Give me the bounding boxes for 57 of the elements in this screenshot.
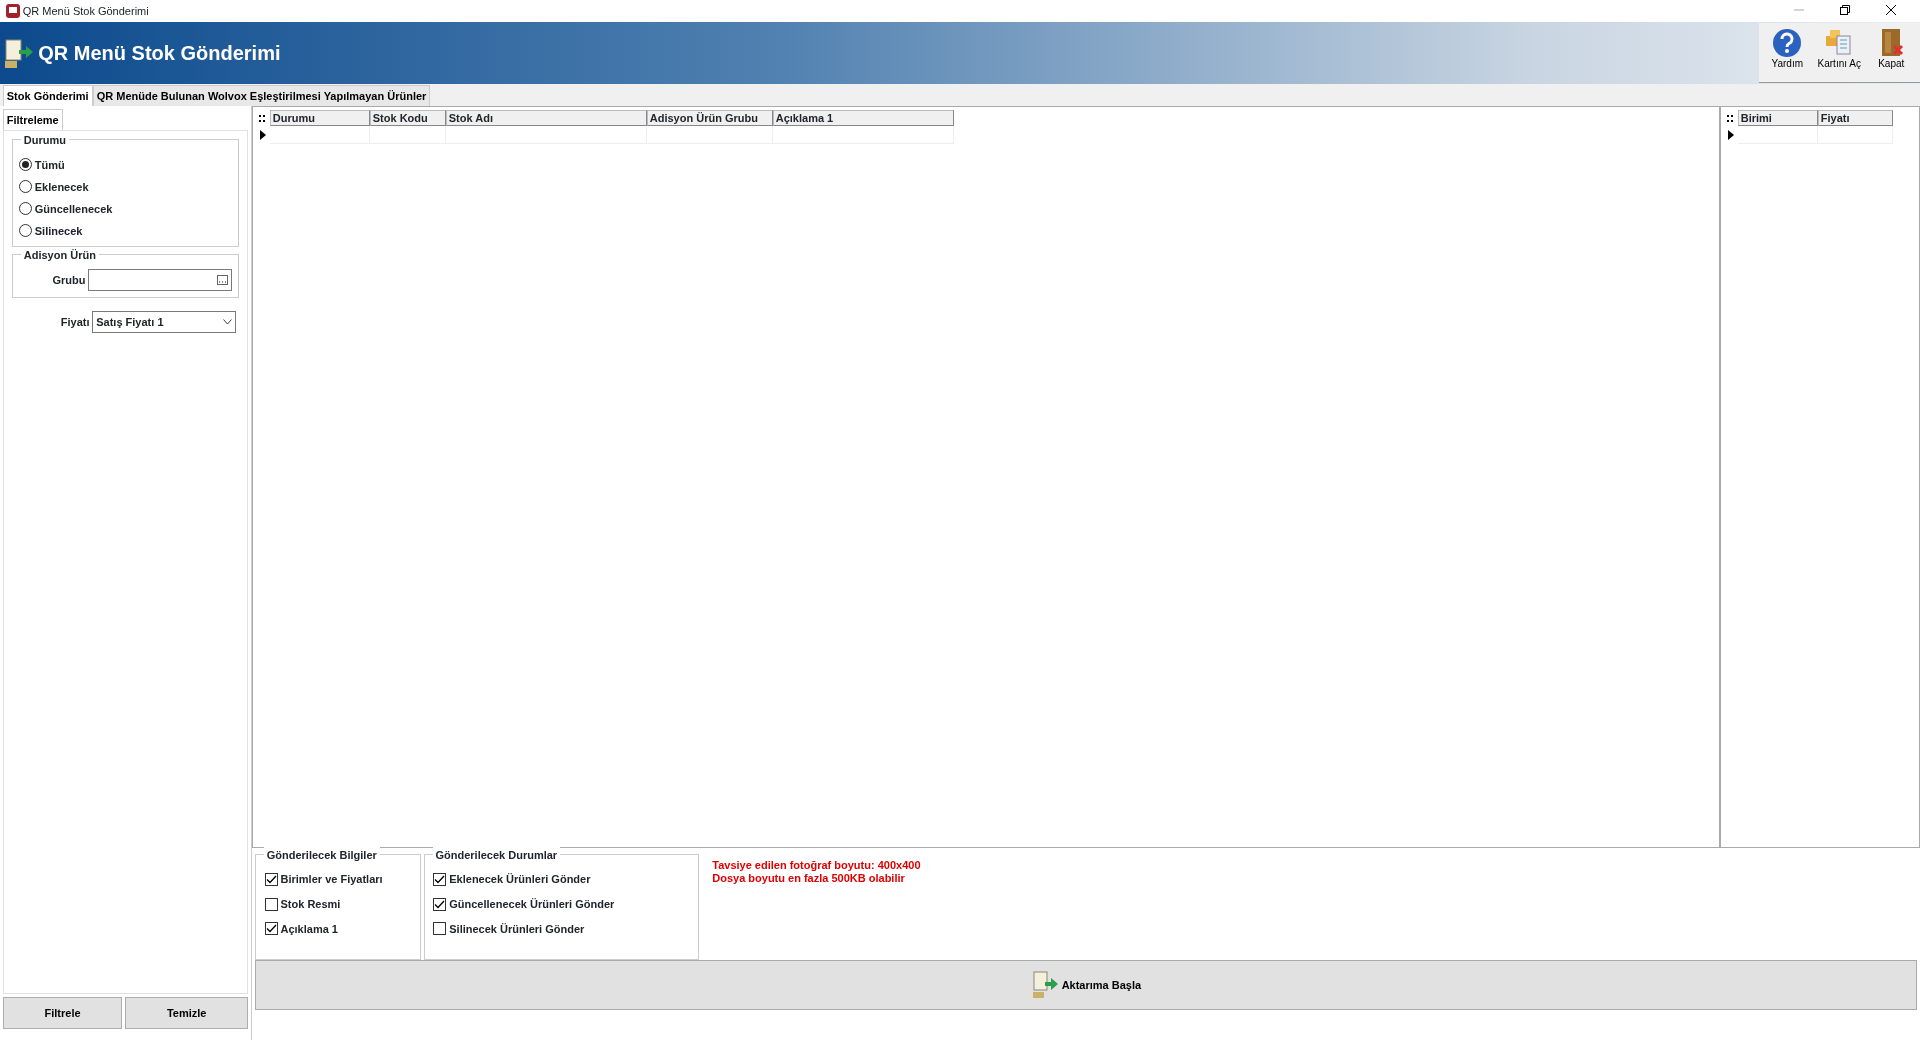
- toolbar-button[interactable]: Yardım: [1761, 25, 1814, 72]
- ellipsis-icon: [217, 275, 229, 286]
- checkbox[interactable]: [264, 922, 278, 936]
- column-header[interactable]: Fiyatı: [1817, 109, 1893, 126]
- filter-button[interactable]: Filtrele: [2, 997, 123, 1029]
- restore-icon: [1840, 4, 1850, 15]
- window-title: QR Menü Stok Gönderimi: [22, 3, 149, 19]
- grid-cell[interactable]: [1737, 125, 1818, 144]
- radio-option[interactable]: Silinecek: [18, 219, 233, 242]
- column-header[interactable]: Stok Kodu: [369, 109, 446, 126]
- field-label: Grubu: [52, 273, 86, 288]
- checkbox-option[interactable]: Silinecek Ürünleri Gönder: [433, 917, 692, 940]
- grid-cell[interactable]: [1817, 125, 1893, 144]
- toolbar-button[interactable]: Kapat: [1865, 25, 1918, 72]
- app-icon: [6, 4, 20, 18]
- chevron-down-icon: [223, 318, 233, 325]
- warning-text: Tavsiye edilen fotoğraf boyutu: 400x400: [712, 859, 921, 872]
- tab[interactable]: Stok Gönderimi: [2, 84, 93, 106]
- start-transfer-button[interactable]: Aktarıma Başla: [254, 960, 1918, 1010]
- grid-cell[interactable]: [772, 125, 954, 144]
- checkbox-option[interactable]: Stok Resmi: [264, 893, 414, 915]
- price-dropdown[interactable]: Satış Fiyatı 1: [92, 310, 237, 333]
- document-arrow-icon: [1030, 970, 1059, 1000]
- checkbox[interactable]: [264, 897, 278, 911]
- checkbox-option[interactable]: Açıklama 1: [264, 917, 414, 940]
- filter-button[interactable]: Temizle: [125, 997, 249, 1029]
- checkbox-option[interactable]: Eklenecek Ürünleri Gönder: [433, 868, 692, 891]
- checkbox[interactable]: [433, 872, 447, 886]
- radio-option[interactable]: Tümü: [18, 153, 233, 176]
- column-header[interactable]: Stok Adı: [445, 109, 647, 126]
- checkbox[interactable]: [433, 922, 447, 936]
- group-title: Gönderilecek Bilgiler: [263, 846, 380, 863]
- radio-option[interactable]: Eklenecek: [18, 175, 233, 198]
- column-header[interactable]: Durumu: [269, 109, 370, 126]
- checkbox-option[interactable]: Güncellenecek Ürünleri Gönder: [433, 893, 692, 915]
- grid-cell[interactable]: [369, 125, 446, 144]
- checkbox-option[interactable]: Birimler ve Fiyatları: [264, 868, 414, 891]
- column-header[interactable]: Adisyon Ürün Grubu: [646, 109, 773, 126]
- grid-cell[interactable]: [269, 125, 370, 144]
- field-label: Fiyatı: [60, 314, 90, 330]
- checkbox[interactable]: [433, 897, 447, 911]
- grid-cell[interactable]: [646, 125, 773, 144]
- column-header[interactable]: Açıklama 1: [772, 109, 954, 126]
- toolbar-button[interactable]: Kartını Aç: [1813, 25, 1866, 72]
- filter-tab[interactable]: Filtreleme: [2, 108, 63, 131]
- tab[interactable]: QR Menüde Bulunan Wolvox Eşleştirilmesi Yapılmayan Ürünler: [92, 84, 431, 106]
- radio-option[interactable]: Güncellenecek: [18, 197, 233, 220]
- help-icon: [1772, 27, 1803, 58]
- document-arrow-icon: [2, 36, 33, 70]
- group-title: Adisyon Ürün: [20, 247, 99, 264]
- checkbox[interactable]: [264, 872, 278, 886]
- column-header[interactable]: Birimi: [1737, 109, 1818, 126]
- header-title: QR Menü Stok Gönderimi: [38, 41, 281, 66]
- grid-cell[interactable]: [445, 125, 647, 144]
- close-icon: [1886, 4, 1896, 15]
- lookup-field[interactable]: [88, 269, 233, 292]
- warning-text: Dosya boyutu en fazla 500KB olabilir: [712, 871, 906, 885]
